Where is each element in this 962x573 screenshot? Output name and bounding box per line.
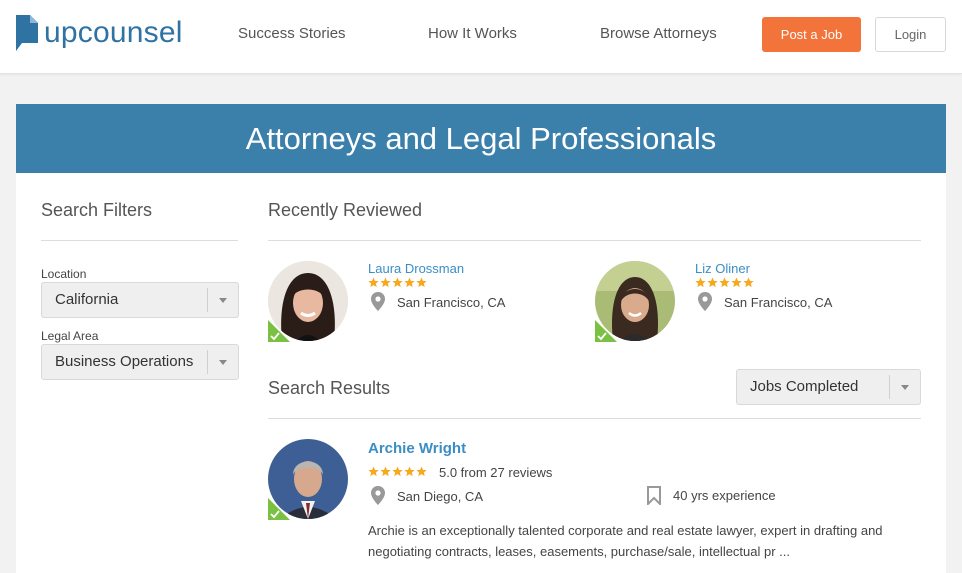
result-location: San Diego, CA <box>397 489 483 504</box>
chevron-down-icon <box>901 385 909 390</box>
rating-stars <box>695 277 754 289</box>
location-select-value: California <box>55 291 119 308</box>
post-job-button[interactable]: Post a Job <box>762 17 861 52</box>
legal-area-select-value: Business Operations <box>55 353 194 370</box>
chevron-down-icon <box>219 298 227 303</box>
select-divider <box>889 375 890 399</box>
star-icon <box>380 466 391 477</box>
rating-stars <box>368 277 427 289</box>
star-icon <box>404 466 415 477</box>
top-navigation-bar: upcounsel Success Stories How It Works B… <box>0 0 962 74</box>
star-icon <box>416 466 427 477</box>
verified-check-icon <box>268 498 290 520</box>
filters-divider <box>41 240 238 241</box>
login-button[interactable]: Login <box>875 17 946 52</box>
location-pin-icon <box>371 292 385 311</box>
result-attorney-name[interactable]: Archie Wright <box>368 440 466 457</box>
star-icon <box>707 277 718 288</box>
reviewed-person-location: San Francisco, CA <box>397 295 506 310</box>
verified-check-icon <box>595 320 617 342</box>
star-icon <box>731 277 742 288</box>
nav-browse-attorneys[interactable]: Browse Attorneys <box>600 25 717 42</box>
nav-how-it-works[interactable]: How It Works <box>428 25 517 42</box>
star-icon <box>743 277 754 288</box>
star-icon <box>392 466 403 477</box>
star-icon <box>380 277 391 288</box>
search-results-divider <box>268 418 921 419</box>
reviewed-person-name[interactable]: Laura Drossman <box>368 261 464 276</box>
chevron-down-icon <box>219 360 227 365</box>
star-icon <box>719 277 730 288</box>
main-content-card: Attorneys and Legal Professionals Search… <box>16 104 946 573</box>
star-icon <box>368 277 379 288</box>
nav-success-stories[interactable]: Success Stories <box>238 25 346 42</box>
sort-select-value: Jobs Completed <box>750 378 859 395</box>
star-icon <box>695 277 706 288</box>
select-divider <box>207 288 208 312</box>
location-pin-icon <box>371 486 385 505</box>
location-label: Location <box>41 267 87 281</box>
location-pin-icon <box>698 292 712 311</box>
star-icon <box>368 466 379 477</box>
reviewed-person-location: San Francisco, CA <box>724 295 833 310</box>
reviewed-person-name[interactable]: Liz Oliner <box>695 261 750 276</box>
star-icon <box>416 277 427 288</box>
logo-wordmark: upcounsel <box>44 16 183 49</box>
location-select[interactable]: California <box>41 282 239 318</box>
recently-reviewed-divider <box>268 240 921 241</box>
review-summary[interactable]: 5.0 from 27 reviews <box>439 465 552 480</box>
recently-reviewed-title: Recently Reviewed <box>268 200 423 220</box>
legal-area-label: Legal Area <box>41 329 99 343</box>
search-filters-title: Search Filters <box>41 200 153 220</box>
upcounsel-logo[interactable]: upcounsel <box>16 14 183 52</box>
result-description: Archie is an exceptionally talented corp… <box>368 523 883 559</box>
search-results-title: Search Results <box>268 378 391 398</box>
logo-icon <box>16 15 38 51</box>
result-experience: 40 yrs experience <box>673 488 776 503</box>
star-icon <box>392 277 403 288</box>
rating-stars <box>368 466 427 478</box>
star-icon <box>404 277 415 288</box>
bookmark-icon <box>647 486 661 505</box>
verified-check-icon <box>268 320 290 342</box>
legal-area-select[interactable]: Business Operations <box>41 344 239 380</box>
page-title-banner: Attorneys and Legal Professionals <box>16 104 946 173</box>
select-divider <box>207 350 208 374</box>
sort-select[interactable]: Jobs Completed <box>736 369 921 405</box>
